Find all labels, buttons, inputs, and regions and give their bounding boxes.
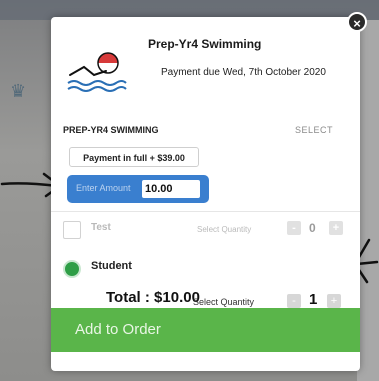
add-to-order-modal: Prep-Yr4 Swimming Payment due Wed, 7th O… [51, 17, 360, 371]
total-quantity-value: 1 [309, 291, 318, 308]
quantity-value: 0 [309, 221, 316, 235]
amount-input[interactable]: 10.00 [142, 180, 200, 198]
amount-label: Enter Amount [76, 183, 131, 193]
section-divider [51, 211, 360, 212]
event-name: PREP-YR4 SWIMMING [63, 125, 159, 135]
close-icon[interactable]: × [347, 12, 367, 32]
ticket-row-student: Student [51, 255, 360, 285]
order-total: Total : $10.00 [106, 289, 200, 306]
swimmer-logo-icon [67, 52, 127, 92]
ticket-label-test: Test [91, 222, 111, 233]
add-to-order-button[interactable]: Add to Order [51, 308, 360, 352]
background-crown-icon: ♛ [10, 81, 27, 101]
ticket-row-test: Test Select Quantity - 0 + [51, 217, 360, 247]
background-panel [357, 20, 379, 381]
select-label[interactable]: SELECT [295, 125, 333, 135]
total-quantity-decrease-button[interactable]: - [287, 294, 301, 308]
modal-title: Prep-Yr4 Swimming [148, 37, 262, 51]
total-quantity-label: Select Quantity [193, 297, 255, 307]
test-checkbox[interactable] [63, 221, 81, 239]
payment-due-date: Payment due Wed, 7th October 2020 [161, 67, 326, 78]
ticket-label-student: Student [91, 260, 132, 272]
total-quantity-increase-button[interactable]: + [327, 294, 341, 308]
quantity-increase-button[interactable]: + [329, 221, 343, 235]
amount-input-group: Enter Amount 10.00 [67, 175, 209, 203]
payment-option-select[interactable]: Payment in full + $39.00 [69, 147, 199, 167]
quantity-decrease-button[interactable]: - [287, 221, 301, 235]
student-radio[interactable] [63, 260, 81, 278]
quantity-label: Select Quantity [197, 225, 252, 234]
